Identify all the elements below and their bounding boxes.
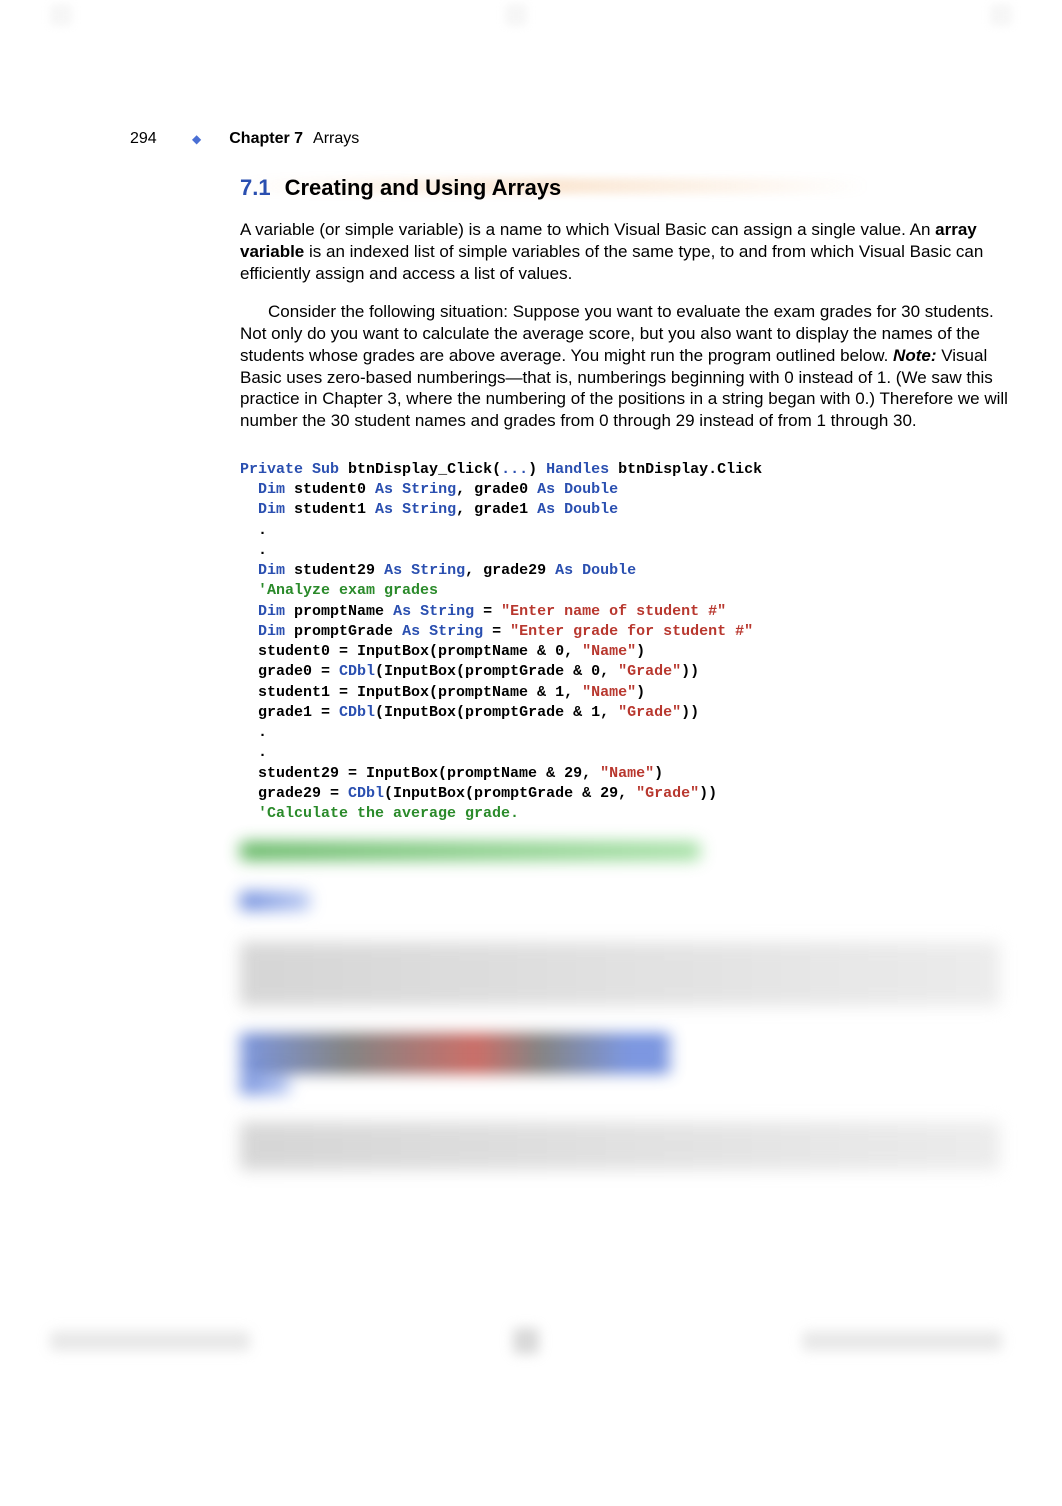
footer-center-icon[interactable] — [513, 1328, 539, 1354]
nav-next-icon[interactable] — [990, 4, 1012, 26]
running-header: 294 ◆ Chapter 7 Arrays — [130, 130, 952, 148]
paragraph-1: A variable (or simple variable) is a nam… — [240, 219, 1010, 284]
chapter-name: Arrays — [313, 130, 359, 148]
page: 294 ◆ Chapter 7 Arrays 7.1 Creating and U… — [0, 0, 1062, 1506]
footer-left-control[interactable] — [50, 1331, 250, 1351]
chapter-label: Chapter 7 — [229, 130, 303, 148]
code-listing: Private Sub btnDisplay_Click(...) Handle… — [240, 460, 1010, 825]
page-number: 294 — [130, 130, 170, 148]
diamond-icon: ◆ — [192, 132, 201, 146]
obscured-content — [240, 842, 1010, 1170]
nav-center-icon[interactable] — [505, 4, 527, 26]
footer-toolbar — [50, 1326, 1002, 1356]
top-toolbar — [0, 4, 1062, 26]
section-title: Creating and Using Arrays — [285, 175, 562, 200]
note-label: Note: — [893, 346, 936, 365]
section-number: 7.1 — [240, 175, 271, 200]
footer-right-control[interactable] — [802, 1331, 1002, 1351]
paragraph-2: Consider the following situation: Suppos… — [240, 301, 1010, 432]
page-content: 7.1 Creating and Using Arrays A variable … — [240, 175, 1010, 1173]
nav-prev-icon[interactable] — [50, 4, 72, 26]
section-heading: 7.1 Creating and Using Arrays — [240, 175, 1010, 201]
